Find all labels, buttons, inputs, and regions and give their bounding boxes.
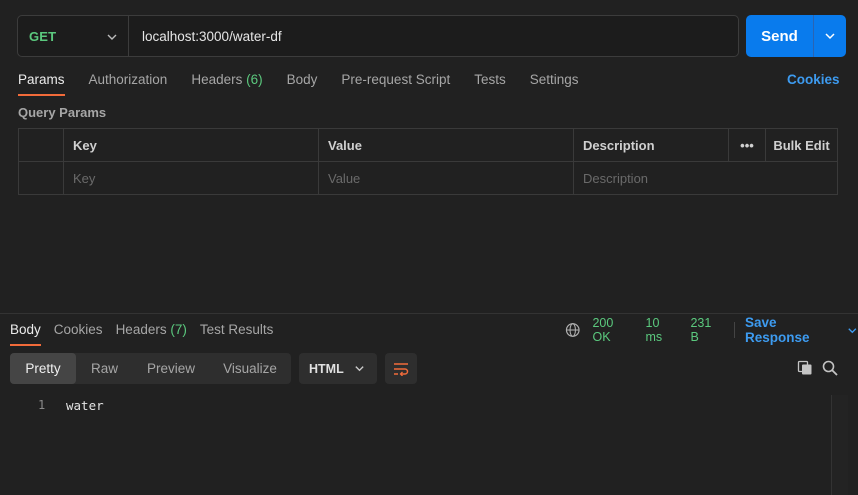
url-bar: GET localhost:3000/water-df (17, 15, 739, 57)
cookies-link[interactable]: Cookies (787, 72, 840, 87)
format-visualize[interactable]: Visualize (209, 353, 291, 384)
status-separator (734, 322, 736, 338)
tab-response-headers[interactable]: Headers (7) (116, 322, 187, 346)
tab-params[interactable]: Params (18, 72, 65, 96)
format-pretty[interactable]: Pretty (10, 353, 76, 384)
format-preview[interactable]: Preview (133, 353, 209, 384)
line-number: 1 (38, 398, 46, 412)
request-tabs: Params Authorization Headers (6) Body Pr… (18, 72, 603, 96)
method-select[interactable]: GET (18, 16, 129, 56)
bulk-edit-button[interactable]: Bulk Edit (766, 129, 837, 161)
response-tabs: Body Cookies Headers (7) Test Results (10, 322, 286, 346)
tab-test-results[interactable]: Test Results (200, 322, 274, 346)
wrap-lines-icon (394, 362, 409, 376)
tab-settings[interactable]: Settings (530, 72, 579, 96)
method-label: GET (29, 28, 57, 44)
format-raw[interactable]: Raw (76, 353, 133, 384)
description-column-header: Description (574, 129, 729, 161)
language-label: HTML (309, 361, 344, 376)
search-icon[interactable] (822, 360, 838, 376)
copy-icon[interactable] (797, 360, 813, 376)
description-input[interactable]: Description (574, 162, 837, 195)
globe-icon[interactable] (565, 322, 580, 338)
value-column-header: Value (319, 129, 574, 161)
tab-headers-label: Headers (191, 72, 243, 87)
headers-count: (6) (246, 72, 263, 87)
query-params-title: Query Params (18, 105, 107, 120)
table-row: Key Value Description (19, 162, 837, 195)
language-select[interactable]: HTML (299, 353, 377, 384)
tab-headers[interactable]: Headers (6) (191, 72, 262, 96)
tab-response-body[interactable]: Body (10, 322, 41, 346)
format-switcher: Pretty Raw Preview Visualize (10, 353, 291, 384)
tab-pre-request-script[interactable]: Pre-request Script (341, 72, 450, 96)
tab-response-cookies[interactable]: Cookies (54, 322, 103, 346)
key-input[interactable]: Key (64, 162, 319, 195)
checkbox-column-header (19, 129, 64, 161)
response-status: 200 OK 10 ms 231 B Save Response (565, 315, 858, 345)
send-options-button[interactable] (814, 15, 846, 57)
send-button[interactable]: Send (746, 15, 814, 57)
value-input[interactable]: Value (319, 162, 574, 195)
chevron-down-icon (848, 327, 857, 333)
tab-response-headers-label: Headers (115, 322, 167, 337)
send-button-group: Send (746, 15, 846, 57)
response-time[interactable]: 10 ms (646, 316, 679, 344)
key-column-header: Key (64, 129, 319, 161)
code-line[interactable]: water (66, 398, 104, 413)
status-code[interactable]: 200 OK (592, 316, 633, 344)
save-response-label: Save Response (745, 315, 810, 345)
table-header-row: Key Value Description ••• Bulk Edit (19, 129, 837, 162)
save-response-button[interactable]: Save Response (745, 315, 858, 345)
response-size[interactable]: 231 B (690, 316, 722, 344)
row-checkbox-cell (19, 162, 64, 195)
chevron-down-icon (107, 34, 117, 40)
query-params-table: Key Value Description ••• Bulk Edit Key … (18, 128, 838, 195)
response-divider[interactable] (0, 313, 858, 314)
response-headers-count: (7) (170, 322, 187, 337)
url-input[interactable]: localhost:3000/water-df (129, 29, 282, 44)
vertical-scrollbar[interactable] (831, 395, 848, 495)
chevron-down-icon (825, 33, 835, 40)
more-options-button[interactable]: ••• (729, 129, 766, 161)
tab-body[interactable]: Body (287, 72, 318, 96)
tab-tests[interactable]: Tests (474, 72, 506, 96)
chevron-down-icon (355, 366, 364, 372)
wrap-lines-button[interactable] (385, 353, 417, 384)
tab-authorization[interactable]: Authorization (89, 72, 168, 96)
